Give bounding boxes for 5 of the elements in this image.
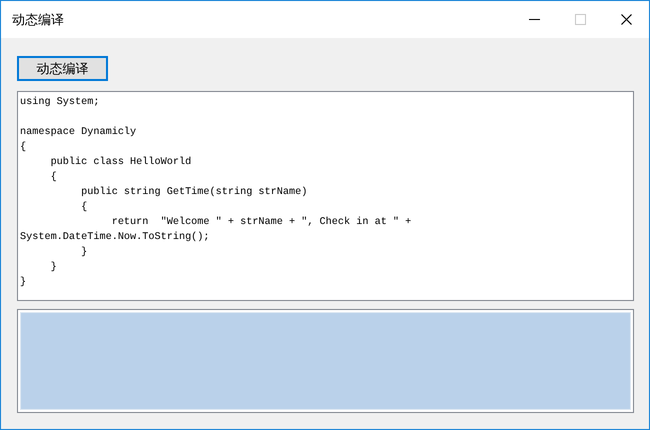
window-title: 动态编译 [11,12,65,28]
code-editor[interactable]: using System; namespace Dynamicly { public class HelloWorld { public string GetTime(string strName) { return "Welcome " + strName + ", Check in at " + System.DateTime.Now.ToString(); } } } [17,91,634,301]
compile-button[interactable]: 动态编译 [17,56,108,81]
close-icon [620,14,632,25]
maximize-icon [574,14,586,25]
